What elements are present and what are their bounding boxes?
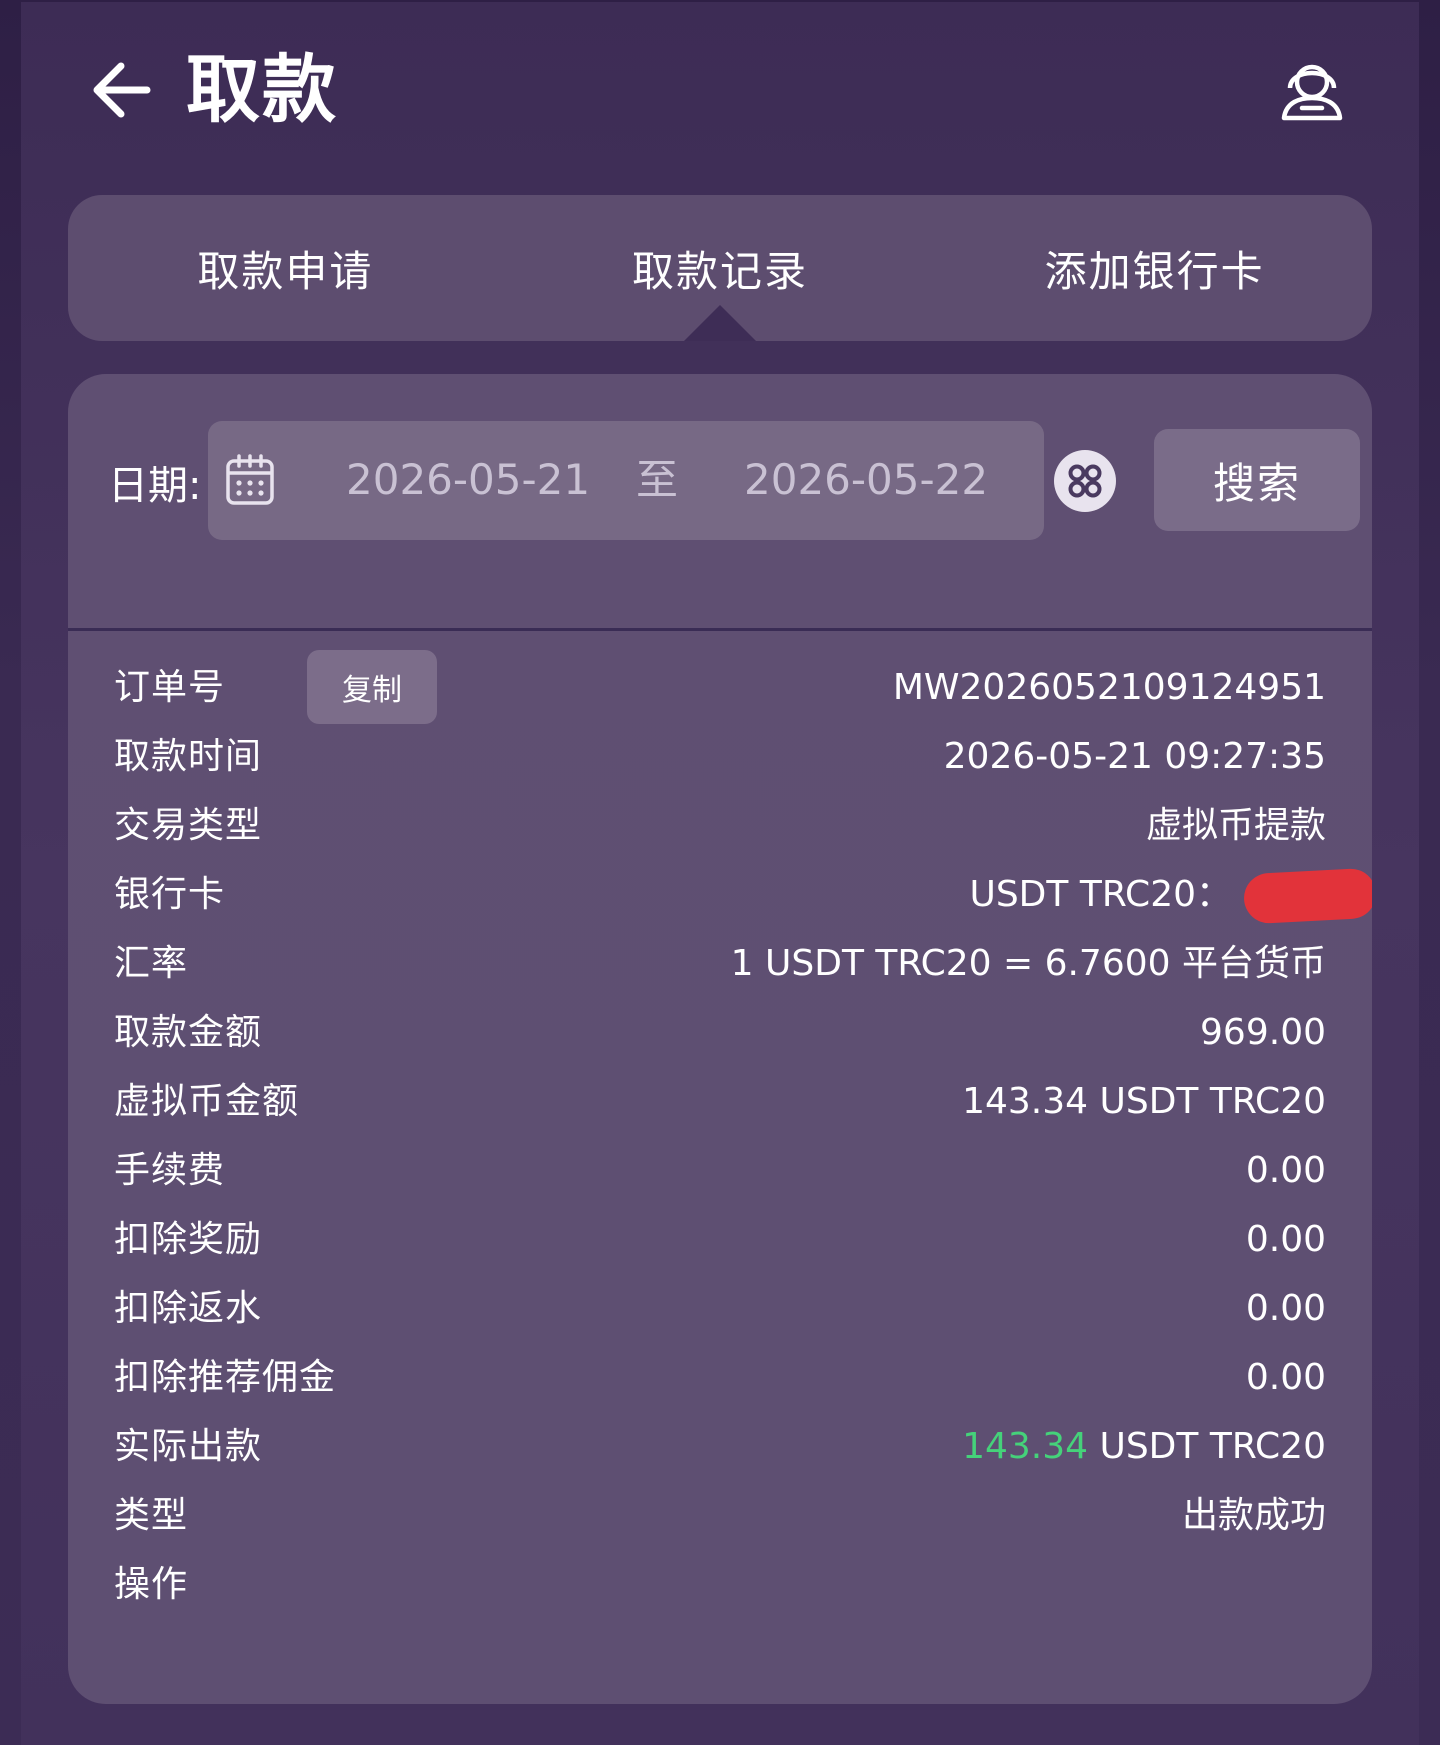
date-label: 日期: bbox=[108, 463, 202, 509]
rate-label: 汇率 bbox=[114, 943, 189, 984]
deduct-bonus-value: 0.00 bbox=[1245, 1219, 1326, 1260]
deduct-rebate-label: 扣除返水 bbox=[114, 1288, 263, 1329]
detail-row-deduct-commission: 扣除推荐佣金 0.00 bbox=[68, 1344, 1372, 1412]
crypto-amount-label: 虚拟币金额 bbox=[114, 1081, 300, 1122]
arrow-left-icon[interactable] bbox=[87, 54, 159, 126]
order-no-value: MW2026052109124951 bbox=[892, 667, 1326, 708]
detail-row-order-no: 订单号 复制 MW2026052109124951 bbox=[68, 650, 1372, 724]
time-label: 取款时间 bbox=[114, 736, 263, 777]
fee-value: 0.00 bbox=[1245, 1150, 1326, 1191]
actual-amount: 143.34 bbox=[962, 1426, 1089, 1467]
tab-withdraw-records[interactable]: 取款记录 bbox=[503, 195, 938, 341]
detail-row-actual: 实际出款 143.34 USDT TRC20 bbox=[68, 1413, 1372, 1481]
status-badge: 出款成功 bbox=[1181, 1495, 1326, 1536]
detail-row-bank-card: 银行卡 USDT TRC20： bbox=[68, 861, 1372, 929]
action-label: 操作 bbox=[114, 1564, 189, 1605]
detail-row-deduct-rebate: 扣除返水 0.00 bbox=[68, 1275, 1372, 1343]
redaction-mark bbox=[1242, 867, 1372, 925]
customer-service-icon[interactable] bbox=[1276, 54, 1348, 126]
detail-row-tx-type: 交易类型 虚拟币提款 bbox=[68, 792, 1372, 860]
order-no-label: 订单号 bbox=[114, 667, 226, 708]
detail-row-rate: 汇率 1 USDT TRC20 = 6.7600 平台货币 bbox=[68, 930, 1372, 998]
copy-button[interactable]: 复制 bbox=[307, 650, 437, 724]
tab-label: 取款申请 bbox=[197, 246, 374, 296]
tab-add-bank-card[interactable]: 添加银行卡 bbox=[937, 195, 1372, 341]
search-button[interactable]: 搜索 bbox=[1154, 429, 1360, 531]
records-card: 日期: 2026-05-21 至 2026-05-22 搜索 订单号 复制 MW… bbox=[68, 374, 1372, 1704]
bank-card-label: 银行卡 bbox=[114, 874, 226, 915]
detail-row-action: 操作 bbox=[68, 1551, 1372, 1619]
detail-row-fee: 手续费 0.00 bbox=[68, 1137, 1372, 1205]
date-separator: 至 bbox=[636, 455, 679, 504]
amount-value: 969.00 bbox=[1200, 1012, 1326, 1053]
end-date[interactable]: 2026-05-22 bbox=[744, 449, 988, 511]
deduct-commission-label: 扣除推荐佣金 bbox=[114, 1357, 337, 1398]
fee-label: 手续费 bbox=[114, 1150, 226, 1191]
crypto-amount-value: 143.34 USDT TRC20 bbox=[962, 1081, 1326, 1122]
actual-unit: USDT TRC20 bbox=[1088, 1426, 1326, 1467]
divider bbox=[68, 628, 1372, 631]
actual-label: 实际出款 bbox=[114, 1426, 263, 1467]
calendar-icon bbox=[224, 453, 276, 507]
actual-value: 143.34 USDT TRC20 bbox=[962, 1413, 1326, 1481]
date-range-picker[interactable]: 2026-05-21 至 2026-05-22 bbox=[208, 421, 1044, 540]
tx-type-label: 交易类型 bbox=[114, 805, 263, 846]
tab-withdraw-apply[interactable]: 取款申请 bbox=[68, 195, 503, 341]
bank-card-value: USDT TRC20： bbox=[969, 861, 1372, 929]
deduct-rebate-value: 0.00 bbox=[1245, 1288, 1326, 1329]
page-title: 取款 bbox=[186, 47, 338, 133]
detail-row-type: 类型 出款成功 bbox=[68, 1482, 1372, 1550]
screen-frame: 取款 取款申请 取款记录 添加银行卡 日期: 2026-05-21 至 2026… bbox=[0, 0, 1440, 1745]
tab-label: 取款记录 bbox=[632, 246, 809, 296]
grid-icon[interactable] bbox=[1054, 450, 1116, 512]
type-label: 类型 bbox=[114, 1495, 189, 1536]
bank-card-text: USDT TRC20： bbox=[969, 874, 1232, 915]
deduct-commission-value: 0.00 bbox=[1245, 1357, 1326, 1398]
start-date[interactable]: 2026-05-21 bbox=[346, 449, 590, 511]
header: 取款 bbox=[21, 2, 1419, 192]
date-filter: 日期: 2026-05-21 至 2026-05-22 搜索 bbox=[68, 374, 1372, 630]
withdraw-page: 取款 取款申请 取款记录 添加银行卡 日期: 2026-05-21 至 2026… bbox=[21, 2, 1419, 1745]
deduct-bonus-label: 扣除奖励 bbox=[114, 1219, 263, 1260]
tab-bar: 取款申请 取款记录 添加银行卡 bbox=[68, 195, 1372, 341]
detail-row-crypto-amount: 虚拟币金额 143.34 USDT TRC20 bbox=[68, 1068, 1372, 1136]
amount-label: 取款金额 bbox=[114, 1012, 263, 1053]
active-tab-indicator bbox=[684, 305, 756, 341]
tx-type-value: 虚拟币提款 bbox=[1145, 805, 1326, 846]
tab-label: 添加银行卡 bbox=[1044, 246, 1265, 296]
detail-row-time: 取款时间 2026-05-21 09:27:35 bbox=[68, 723, 1372, 791]
time-value: 2026-05-21 09:27:35 bbox=[943, 736, 1326, 777]
detail-row-amount: 取款金额 969.00 bbox=[68, 999, 1372, 1067]
detail-row-deduct-bonus: 扣除奖励 0.00 bbox=[68, 1206, 1372, 1274]
rate-value: 1 USDT TRC20 = 6.7600 平台货币 bbox=[730, 943, 1326, 984]
